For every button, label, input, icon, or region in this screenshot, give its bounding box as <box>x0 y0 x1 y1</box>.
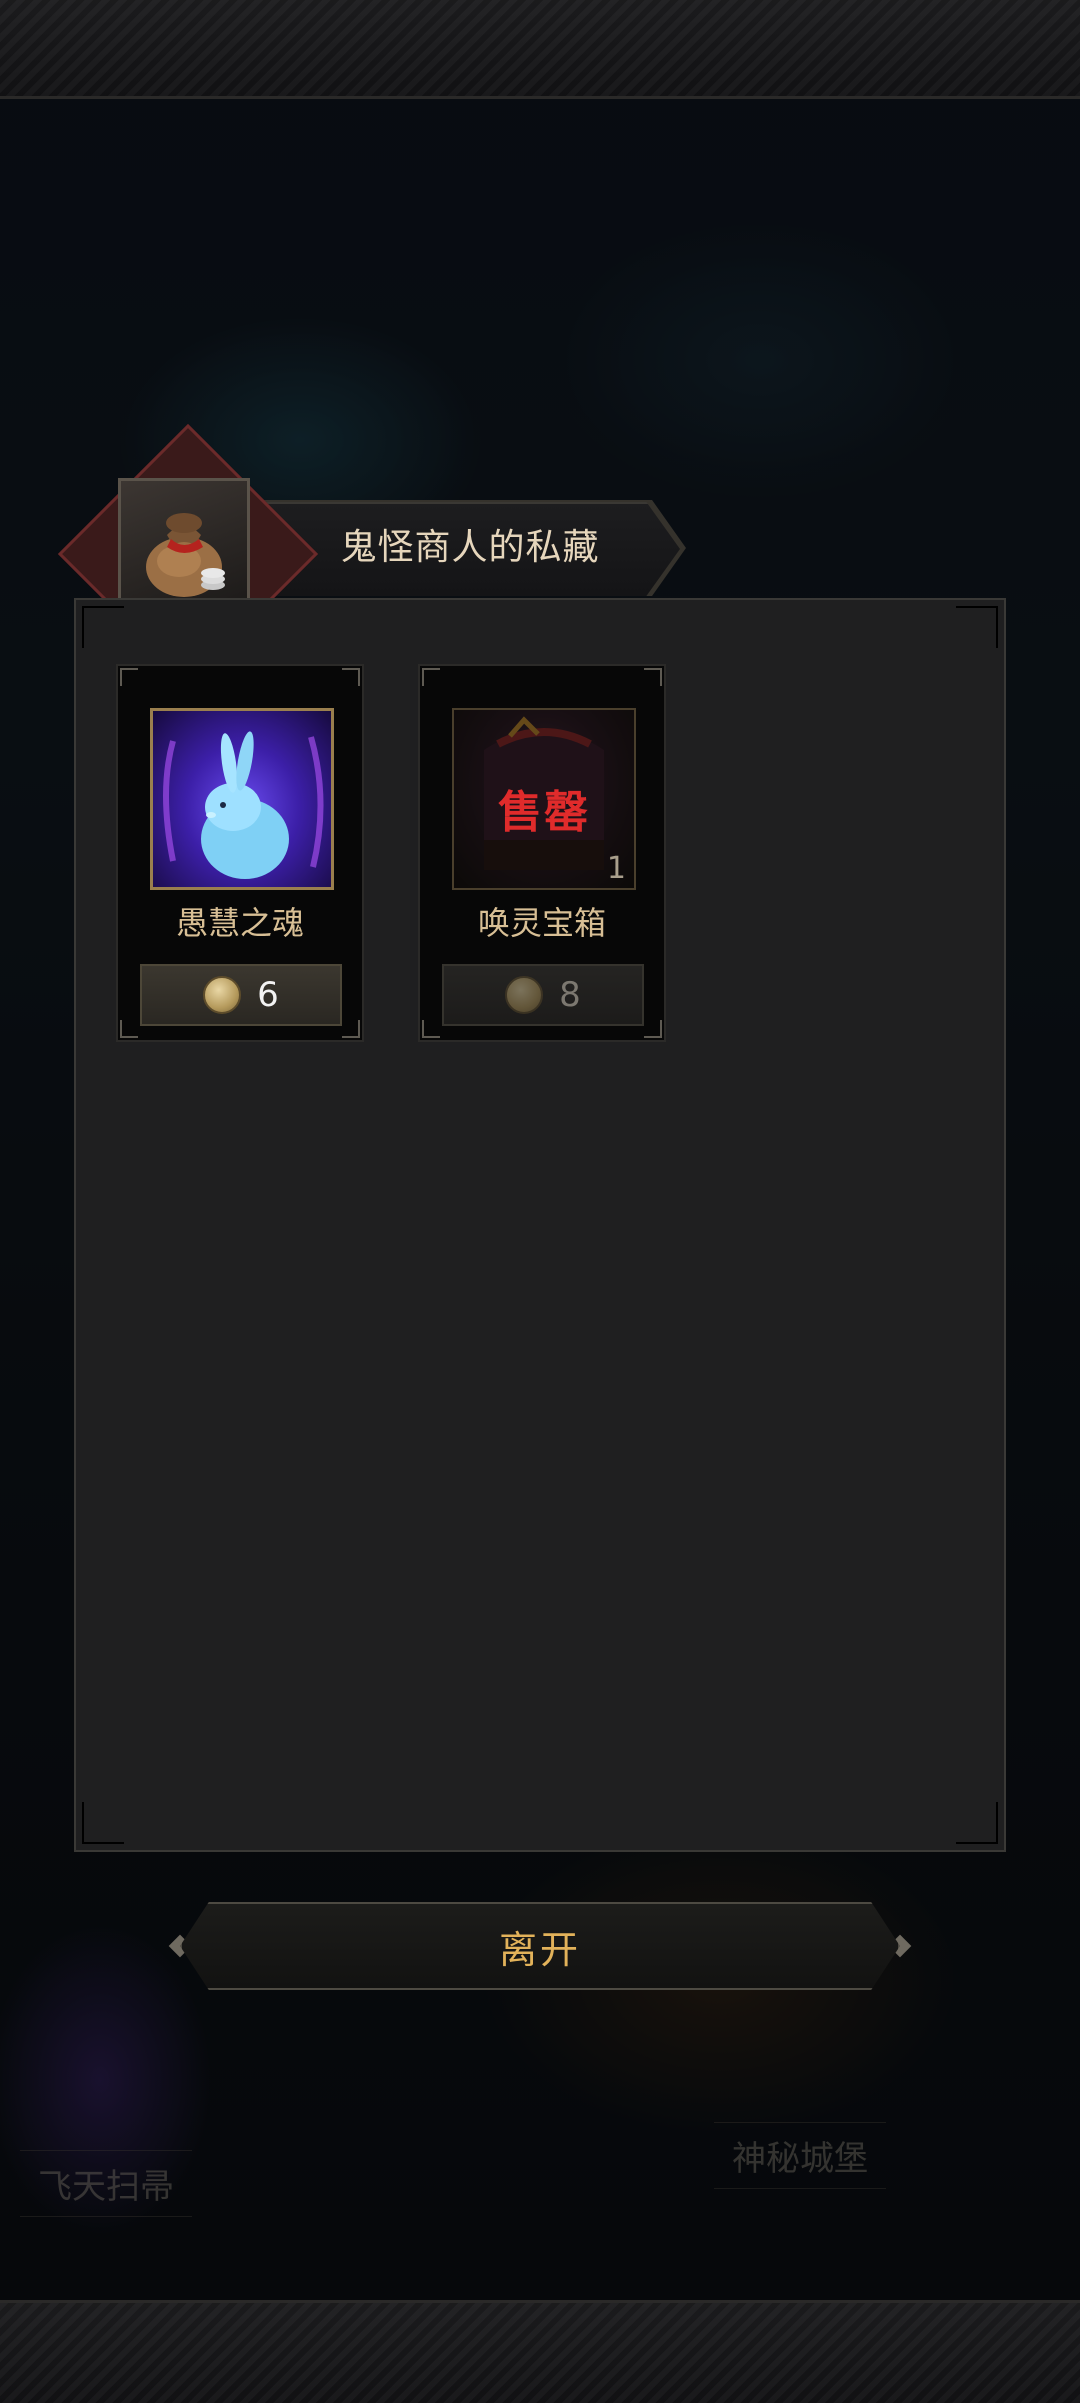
coin-icon <box>203 976 242 1014</box>
spirit-rabbit-icon[interactable] <box>150 708 334 890</box>
panel-corner-ornament <box>82 606 124 648</box>
leave-button[interactable]: 离开 <box>180 1902 900 1990</box>
card-corner <box>644 668 662 686</box>
merchant-bag-icon <box>118 478 250 616</box>
buy-price-button[interactable]: 6 <box>140 964 342 1026</box>
price-value: 8 <box>559 975 581 1015</box>
item-name: 唤灵宝箱 <box>477 904 606 942</box>
sold-out-label: 售罄 <box>498 787 590 838</box>
card-corner <box>644 1020 662 1038</box>
card-corner <box>422 1020 440 1038</box>
leave-button-label: 离开 <box>498 1927 581 1972</box>
card-corner <box>342 668 360 686</box>
dialog-title: 鬼怪商人的私藏 <box>340 527 600 568</box>
summoning-chest-icon[interactable]: 售罄 1 <box>452 708 636 890</box>
panel-corner-ornament <box>956 1802 998 1844</box>
top-decorative-frame <box>0 0 1080 99</box>
card-corner <box>342 1020 360 1038</box>
card-corner <box>422 668 440 686</box>
card-corner <box>120 1020 138 1038</box>
spirit-rabbit-graphic <box>163 731 324 879</box>
shop-item-card[interactable]: 售罄 1 唤灵宝箱 8 <box>418 664 666 1042</box>
panel-corner-ornament <box>956 606 998 648</box>
card-corner <box>120 668 138 686</box>
shop-item-card[interactable]: 愚慧之魂 6 <box>116 664 364 1042</box>
price-value: 6 <box>257 975 279 1015</box>
buy-price-button-disabled: 8 <box>442 964 644 1026</box>
coin-icon <box>505 976 544 1014</box>
bottom-decorative-frame <box>0 2300 1080 2403</box>
panel-corner-ornament <box>82 1802 124 1844</box>
item-name: 愚慧之魂 <box>175 904 304 942</box>
item-quantity: 1 <box>606 851 626 886</box>
shop-panel: 愚慧之魂 6 售罄 1 唤灵宝箱 8 <box>74 598 1006 1852</box>
merchant-bag-icon-graphic <box>146 513 225 597</box>
